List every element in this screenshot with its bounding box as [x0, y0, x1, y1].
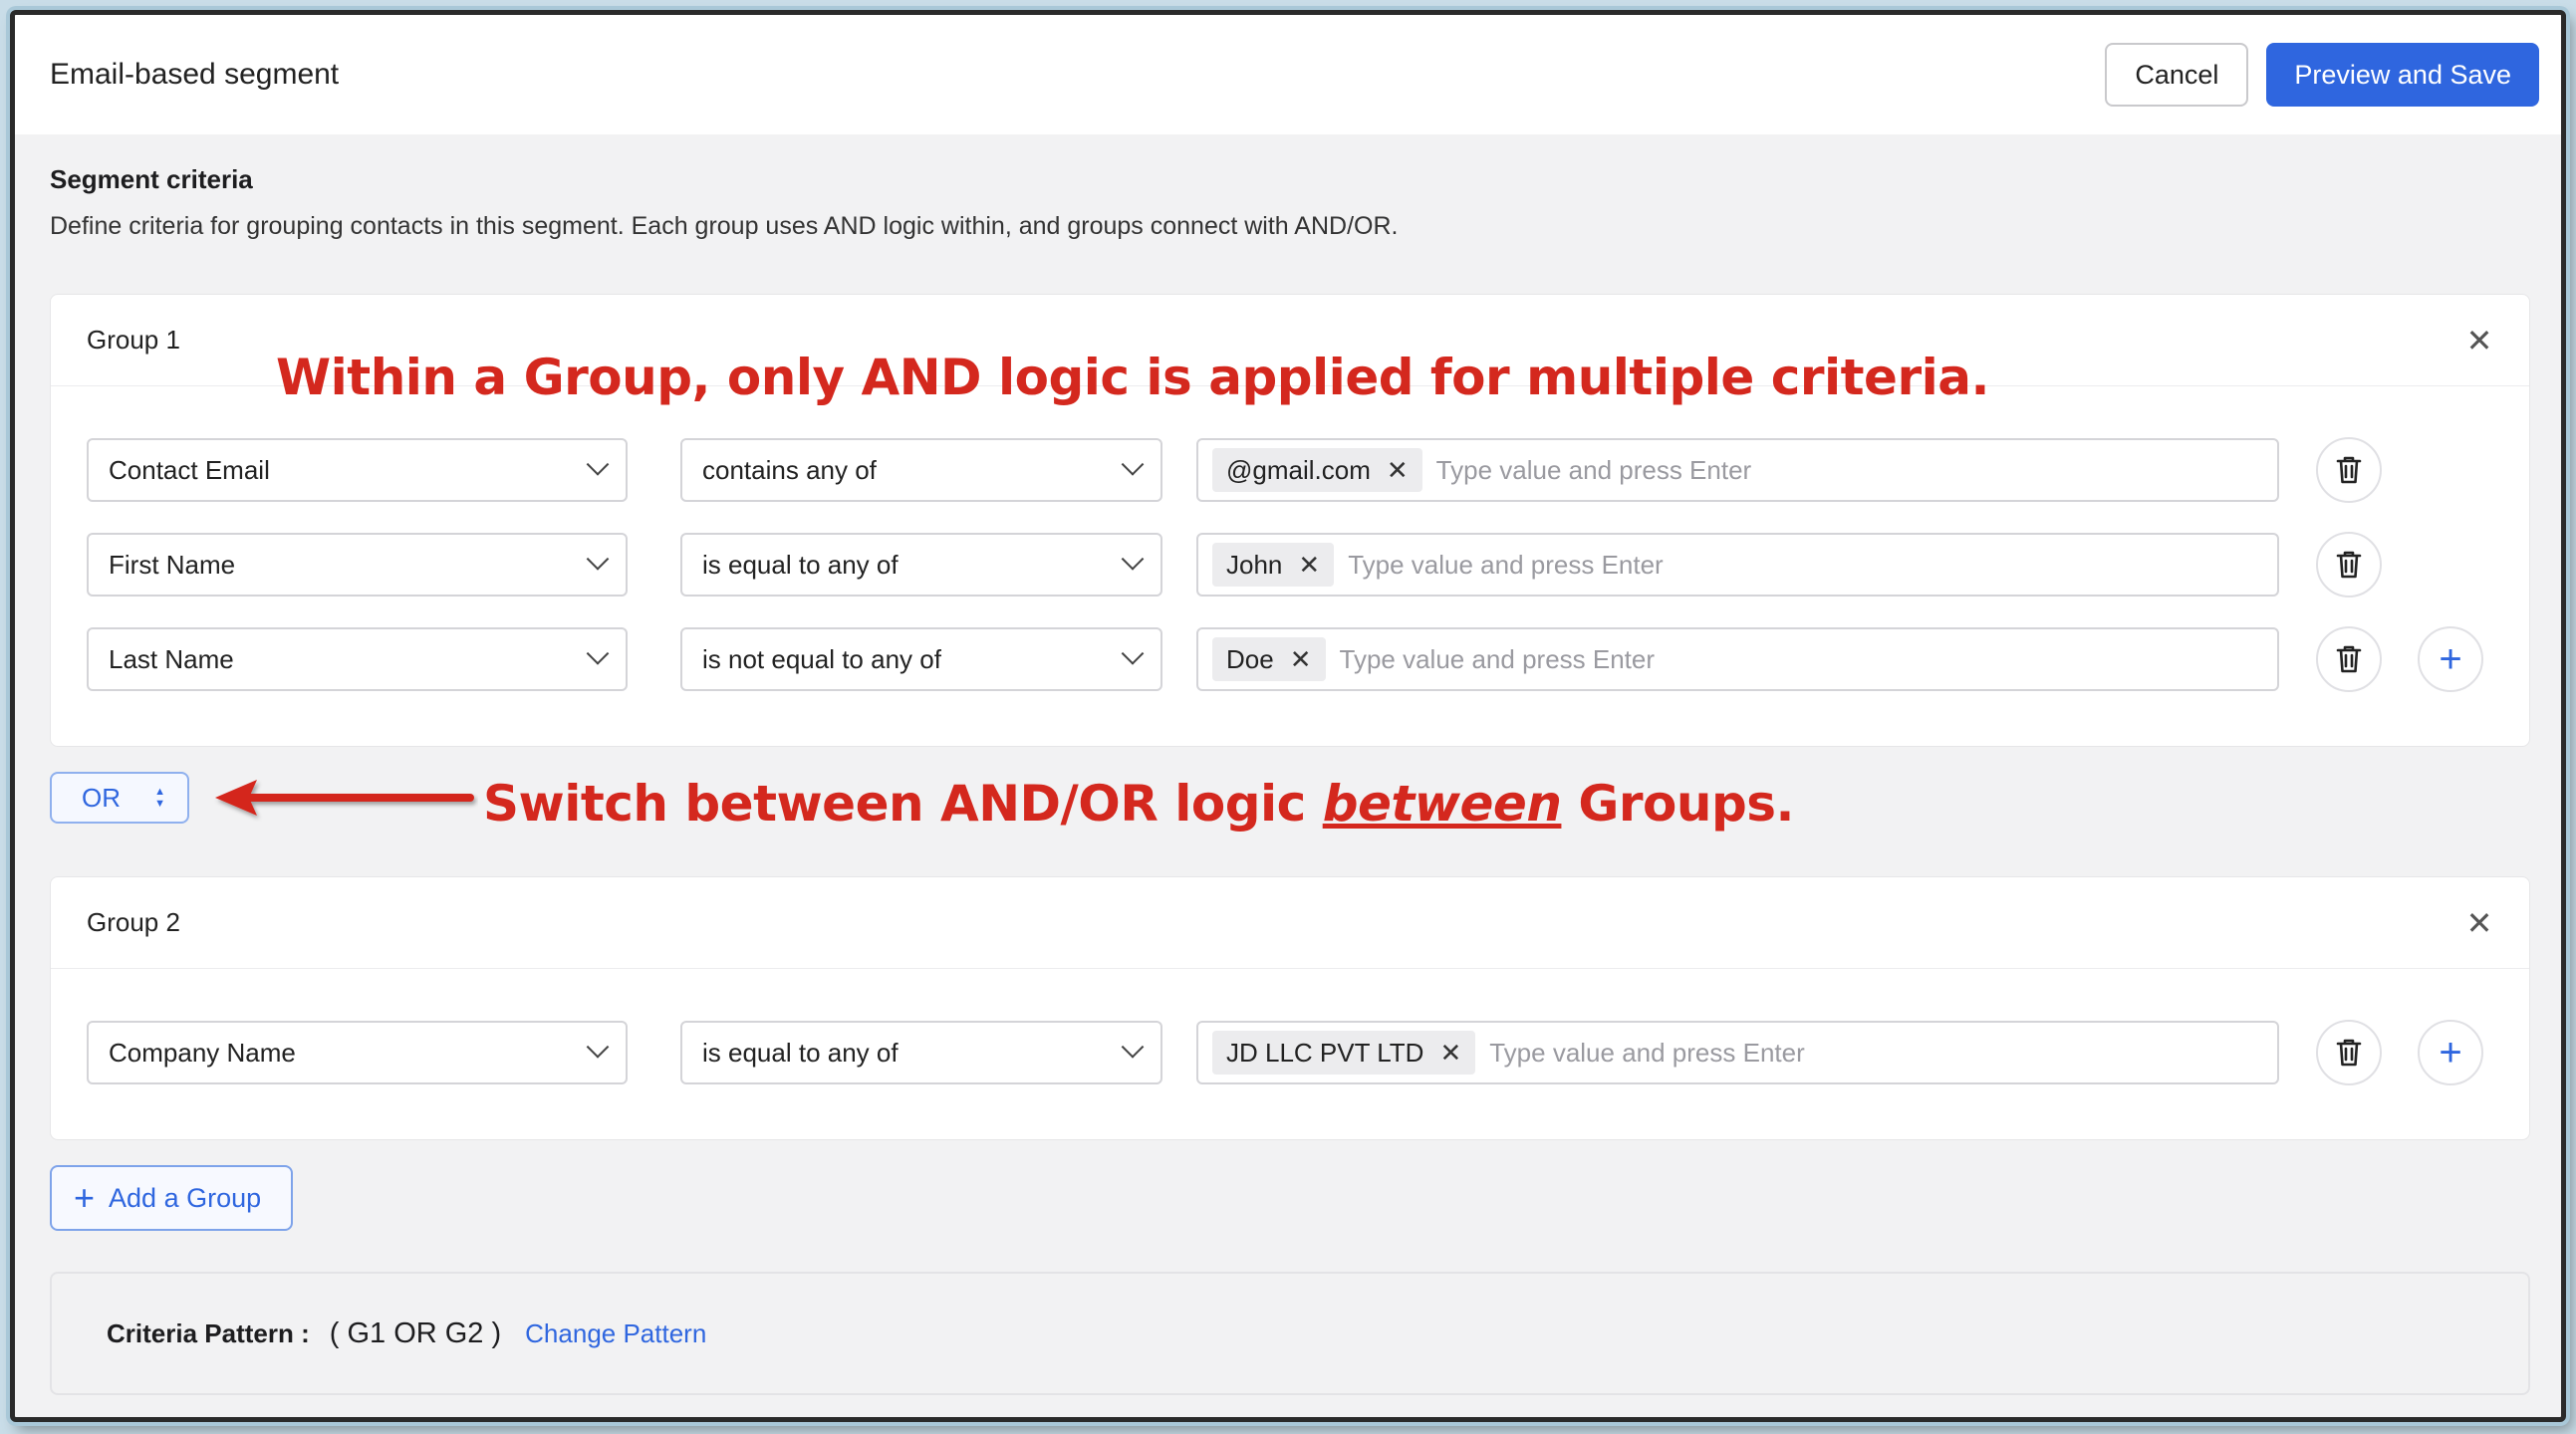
- remove-tag-icon[interactable]: ✕: [1439, 1038, 1461, 1069]
- annotation-within-group: Within a Group, only AND logic is applie…: [276, 349, 1990, 406]
- field-select-value: Last Name: [109, 643, 234, 674]
- group-label: Group 1: [87, 325, 180, 355]
- criteria-pattern-label: Criteria Pattern :: [107, 1317, 310, 1348]
- chevron-down-icon: [1121, 1036, 1145, 1059]
- delete-row-button[interactable]: [2316, 626, 2382, 692]
- operator-select-value: contains any of: [702, 454, 877, 485]
- value-tag: JD LLC PVT LTD ✕: [1212, 1031, 1476, 1075]
- up-down-arrows-icon: ▲ ▼: [154, 786, 165, 810]
- page-title: Email-based segment: [50, 58, 340, 91]
- field-select[interactable]: First Name: [87, 533, 628, 597]
- value-input-placeholder[interactable]: Type value and press Enter: [1489, 1038, 1805, 1069]
- delete-row-button[interactable]: [2316, 532, 2382, 598]
- add-group-label: Add a Group: [109, 1182, 262, 1213]
- value-input-placeholder[interactable]: Type value and press Enter: [1348, 550, 1664, 581]
- chevron-down-icon: [586, 1036, 610, 1059]
- trash-icon: [2336, 456, 2362, 484]
- add-criteria-button[interactable]: +: [2418, 626, 2483, 692]
- chevron-down-icon: [1121, 642, 1145, 665]
- field-select-value: Contact Email: [109, 454, 270, 485]
- change-pattern-link[interactable]: Change Pattern: [525, 1318, 706, 1349]
- field-select[interactable]: Contact Email: [87, 438, 628, 502]
- chevron-down-icon: [1121, 453, 1145, 476]
- chevron-down-icon: [586, 548, 610, 571]
- add-group-button[interactable]: + Add a Group: [50, 1165, 293, 1231]
- value-tag-label: JD LLC PVT LTD: [1226, 1037, 1424, 1068]
- plus-icon: +: [2439, 1031, 2462, 1075]
- segment-editor-window: Email-based segment Cancel Preview and S…: [10, 10, 2566, 1422]
- field-select-value: First Name: [109, 549, 236, 580]
- value-input-placeholder[interactable]: Type value and press Enter: [1436, 455, 1752, 486]
- value-tag: @gmail.com ✕: [1212, 448, 1422, 492]
- group-header: Group 2 ✕: [51, 877, 2529, 969]
- criteria-pattern-panel: Criteria Pattern : ( G1 OR G2 ) Change P…: [50, 1272, 2530, 1395]
- value-tag: Doe ✕: [1212, 637, 1326, 681]
- trash-icon: [2336, 645, 2362, 673]
- group-logic-toggle[interactable]: OR ▲ ▼: [50, 772, 189, 824]
- preview-and-save-button[interactable]: Preview and Save: [2266, 43, 2539, 107]
- field-select[interactable]: Last Name: [87, 627, 628, 691]
- value-input-placeholder[interactable]: Type value and press Enter: [1340, 644, 1656, 675]
- operator-select-value: is equal to any of: [702, 1037, 899, 1068]
- chevron-down-icon: [586, 453, 610, 476]
- operator-select[interactable]: is equal to any of: [680, 1021, 1162, 1084]
- cancel-button[interactable]: Cancel: [2105, 43, 2249, 107]
- operator-select[interactable]: contains any of: [680, 438, 1162, 502]
- plus-icon: +: [74, 1177, 96, 1218]
- header-bar: Email-based segment Cancel Preview and S…: [15, 15, 2561, 134]
- value-tag-input[interactable]: Doe ✕ Type value and press Enter: [1196, 627, 2279, 691]
- value-tag-input[interactable]: @gmail.com ✕ Type value and press Enter: [1196, 438, 2279, 502]
- annotation-between-prefix: Switch between AND/OR logic: [483, 775, 1323, 833]
- criteria-pattern-value: ( G1 OR G2 ): [329, 1316, 502, 1349]
- value-tag-label: @gmail.com: [1226, 454, 1371, 485]
- trash-icon: [2336, 551, 2362, 579]
- group-logic-value: OR: [82, 782, 121, 813]
- add-criteria-button[interactable]: +: [2418, 1020, 2483, 1085]
- field-select-value: Company Name: [109, 1037, 296, 1068]
- plus-icon: +: [2439, 637, 2462, 681]
- header-actions: Cancel Preview and Save: [2105, 43, 2539, 107]
- value-tag-input[interactable]: John ✕ Type value and press Enter: [1196, 533, 2279, 597]
- annotation-between-suffix: Groups.: [1561, 775, 1795, 833]
- segment-criteria-description: Define criteria for grouping contacts in…: [50, 212, 1399, 240]
- segment-criteria-heading: Segment criteria: [50, 164, 253, 194]
- group-label: Group 2: [87, 907, 180, 937]
- delete-row-button[interactable]: [2316, 437, 2382, 503]
- trash-icon: [2336, 1039, 2362, 1067]
- value-tag-label: John: [1226, 549, 1283, 580]
- annotation-arrow-icon: [215, 780, 474, 816]
- annotation-between-groups: Switch between AND/OR logic between Grou…: [483, 775, 1795, 833]
- remove-tag-icon[interactable]: ✕: [1298, 550, 1320, 581]
- remove-group-icon[interactable]: ✕: [2459, 325, 2499, 357]
- field-select[interactable]: Company Name: [87, 1021, 628, 1084]
- operator-select-value: is not equal to any of: [702, 643, 941, 674]
- chevron-down-icon: [1121, 548, 1145, 571]
- group-card-2: Group 2 ✕ Company Name is equal to any o…: [50, 876, 2530, 1140]
- remove-tag-icon[interactable]: ✕: [1290, 644, 1312, 675]
- operator-select[interactable]: is not equal to any of: [680, 627, 1162, 691]
- chevron-down-icon: [586, 642, 610, 665]
- value-tag-input[interactable]: JD LLC PVT LTD ✕ Type value and press En…: [1196, 1021, 2279, 1084]
- annotation-between-emphasis: between: [1322, 775, 1562, 833]
- value-tag: John ✕: [1212, 543, 1335, 587]
- operator-select-value: is equal to any of: [702, 549, 899, 580]
- remove-group-icon[interactable]: ✕: [2459, 907, 2499, 939]
- operator-select[interactable]: is equal to any of: [680, 533, 1162, 597]
- remove-tag-icon[interactable]: ✕: [1387, 455, 1409, 486]
- delete-row-button[interactable]: [2316, 1020, 2382, 1085]
- value-tag-label: Doe: [1226, 643, 1274, 674]
